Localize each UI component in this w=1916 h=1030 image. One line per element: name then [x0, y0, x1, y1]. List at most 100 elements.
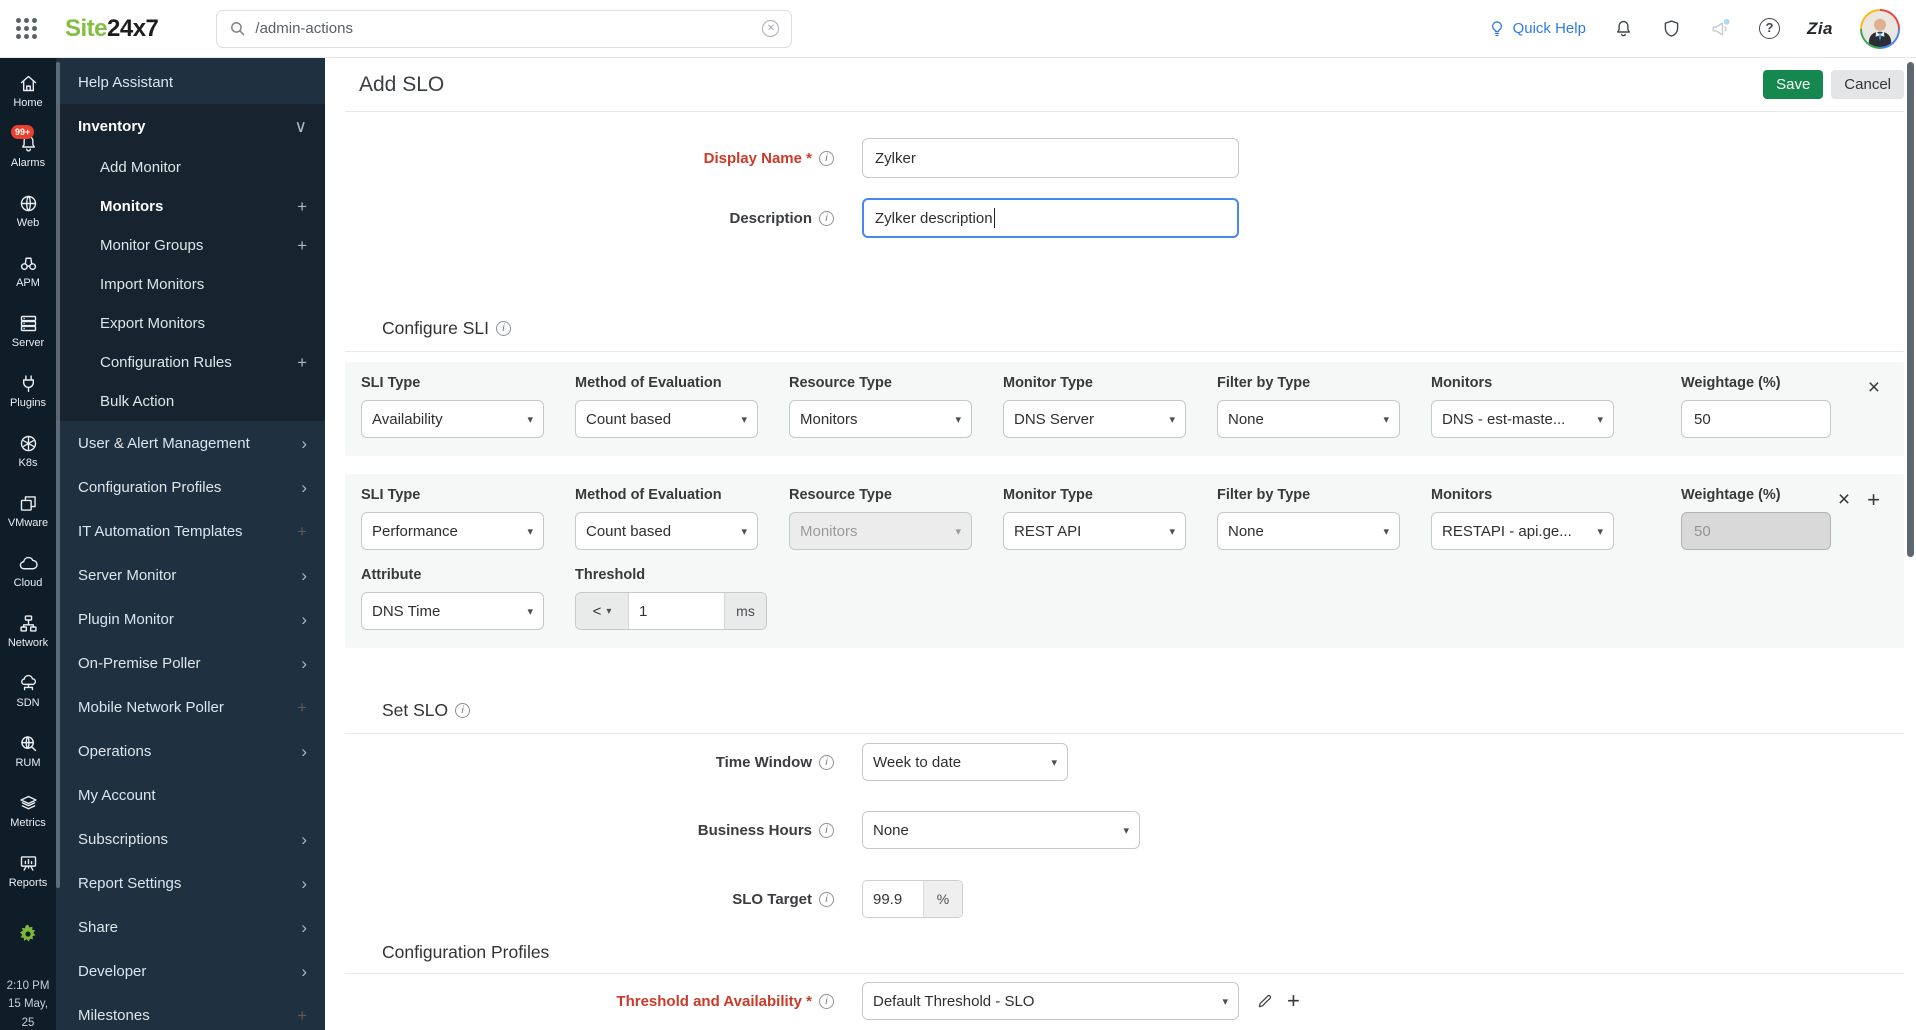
display-name-input[interactable]: Zylker — [862, 138, 1239, 178]
remove-sli-button[interactable]: × — [1838, 489, 1850, 511]
sidebar-item-accessory-icon[interactable]: ∨ — [295, 118, 307, 135]
info-icon[interactable]: i — [496, 321, 512, 336]
add-sli-button[interactable]: + — [1867, 489, 1880, 511]
rail-item[interactable]: Home — [0, 72, 56, 132]
sidebar-item[interactable]: IT Automation Templates + — [56, 509, 325, 553]
sli-select[interactable]: Monitors ▾ — [789, 512, 972, 550]
info-icon[interactable]: i — [819, 891, 834, 907]
sidebar-item[interactable]: Developer › — [56, 949, 325, 993]
info-icon[interactable]: i — [819, 210, 834, 226]
business-hours-select[interactable]: None ▾ — [862, 811, 1140, 849]
sli-select[interactable]: DNS Server ▾ — [1003, 400, 1186, 438]
sidebar-item[interactable]: Report Settings › — [56, 861, 325, 905]
attribute-select[interactable]: DNS Time ▾ — [361, 592, 544, 630]
security-shield-icon[interactable] — [1661, 18, 1682, 39]
sli-select[interactable]: Count based ▾ — [575, 400, 758, 438]
rail-item[interactable]: Metrics — [0, 792, 56, 852]
sidebar-item[interactable]: On-Premise Poller › — [56, 641, 325, 685]
sidebar-item-accessory-icon[interactable]: › — [301, 875, 307, 892]
time-window-select[interactable]: Week to date ▾ — [862, 743, 1068, 781]
rail-item[interactable]: VMware — [0, 492, 56, 552]
notifications-bell-icon[interactable] — [1613, 18, 1634, 39]
sidebar-item[interactable]: Configuration Profiles › — [56, 465, 325, 509]
sidebar-item[interactable]: Bulk Action — [56, 382, 325, 421]
sidebar-item[interactable]: Operations › — [56, 729, 325, 773]
info-icon[interactable]: i — [819, 754, 834, 770]
rail-item[interactable]: Cloud — [0, 552, 56, 612]
global-search-input[interactable]: /admin-actions ✕ — [216, 9, 793, 48]
remove-sli-button[interactable]: × — [1868, 377, 1880, 398]
sli-select[interactable]: None ▾ — [1217, 512, 1400, 550]
cancel-button[interactable]: Cancel — [1831, 70, 1904, 99]
sidebar-item-accessory-icon[interactable]: › — [301, 435, 307, 452]
sidebar-item-accessory-icon[interactable]: + — [297, 1007, 307, 1024]
sli-select[interactable]: Availability ▾ — [361, 400, 544, 438]
sidebar-item[interactable]: Subscriptions › — [56, 817, 325, 861]
sli-select[interactable]: DNS - est-maste... ▾ — [1431, 400, 1614, 438]
rail-item[interactable]: Web — [0, 192, 56, 252]
sidebar-item[interactable]: Server Monitor › — [56, 553, 325, 597]
rail-item[interactable]: 99+ Alarms — [0, 125, 56, 192]
sli-select[interactable]: Performance ▾ — [361, 512, 544, 550]
rail-item[interactable]: Server — [0, 312, 56, 372]
sidebar-scrollbar[interactable] — [56, 62, 60, 888]
rail-item[interactable]: Plugins — [0, 372, 56, 432]
slo-target-input[interactable]: 99.9 — [863, 881, 923, 917]
sidebar-item-accessory-icon[interactable]: + — [297, 523, 307, 540]
sli-select[interactable]: RESTAPI - api.ge... ▾ — [1431, 512, 1614, 550]
sidebar-item-accessory-icon[interactable]: + — [297, 237, 307, 254]
settings-gear-icon[interactable] — [16, 922, 40, 951]
sidebar-item[interactable]: Plugin Monitor › — [56, 597, 325, 641]
sidebar-item[interactable]: Mobile Network Poller + — [56, 685, 325, 729]
threshold-availability-select[interactable]: Default Threshold - SLO ▾ — [862, 982, 1239, 1020]
sidebar-item-accessory-icon[interactable]: + — [297, 354, 307, 371]
sidebar-item[interactable]: Add Monitor — [56, 148, 325, 187]
add-profile-button[interactable]: + — [1287, 990, 1300, 1012]
rail-item[interactable]: RUM — [0, 732, 56, 792]
info-icon[interactable]: i — [819, 150, 834, 166]
info-icon[interactable]: i — [819, 993, 834, 1009]
description-input[interactable]: Zylker description — [862, 198, 1239, 238]
rail-item[interactable]: K8s — [0, 432, 56, 492]
sidebar-item-accessory-icon[interactable]: + — [297, 198, 307, 215]
sidebar-item-accessory-icon[interactable]: › — [301, 567, 307, 584]
rail-item[interactable]: SDN — [0, 672, 56, 732]
apps-grid-icon[interactable] — [16, 18, 37, 39]
sli-select[interactable]: REST API ▾ — [1003, 512, 1186, 550]
sli-select[interactable]: None ▾ — [1217, 400, 1400, 438]
edit-profile-pencil-icon[interactable] — [1256, 992, 1274, 1010]
sidebar-item-accessory-icon[interactable]: + — [297, 699, 307, 716]
sidebar-item[interactable]: My Account — [56, 773, 325, 817]
sidebar-item[interactable]: Configuration Rules + — [56, 343, 325, 382]
sidebar-item[interactable]: Milestones + — [56, 993, 325, 1030]
info-icon[interactable]: i — [819, 822, 834, 838]
page-scrollbar[interactable] — [1907, 62, 1914, 557]
threshold-value-input[interactable]: 1 — [629, 593, 724, 629]
sidebar-item[interactable]: Share › — [56, 905, 325, 949]
sidebar-item[interactable]: Monitors + — [56, 187, 325, 226]
site24x7-logo[interactable]: Site24x7 — [65, 15, 159, 43]
rail-item[interactable]: Network — [0, 612, 56, 672]
threshold-operator-select[interactable]: < ▾ — [576, 593, 629, 629]
quick-help-button[interactable]: Quick Help — [1487, 19, 1586, 39]
sidebar-item-accessory-icon[interactable]: › — [301, 963, 307, 980]
zia-assistant-icon[interactable]: Zia — [1807, 19, 1833, 39]
info-icon[interactable]: i — [455, 703, 471, 718]
sli-select[interactable]: Count based ▾ — [575, 512, 758, 550]
save-button[interactable]: Save — [1763, 70, 1824, 99]
user-avatar[interactable] — [1860, 8, 1900, 49]
sidebar-item[interactable]: Import Monitors — [56, 265, 325, 304]
weightage-input[interactable]: 50 — [1681, 400, 1831, 438]
sidebar-item[interactable]: User & Alert Management › — [56, 421, 325, 465]
announcements-megaphone-icon[interactable] — [1709, 17, 1732, 40]
help-question-icon[interactable]: ? — [1758, 18, 1780, 39]
clear-search-icon[interactable]: ✕ — [762, 20, 780, 37]
sidebar-item-accessory-icon[interactable]: › — [301, 743, 307, 760]
sidebar-item[interactable]: Export Monitors — [56, 304, 325, 343]
rail-item[interactable]: Reports — [0, 852, 56, 912]
sidebar-item-accessory-icon[interactable]: › — [301, 479, 307, 496]
sidebar-item-accessory-icon[interactable]: › — [301, 611, 307, 628]
sidebar-item-accessory-icon[interactable]: › — [301, 655, 307, 672]
sli-select[interactable]: Monitors ▾ — [789, 400, 972, 438]
sidebar-item[interactable]: Help Assistant — [56, 60, 325, 104]
